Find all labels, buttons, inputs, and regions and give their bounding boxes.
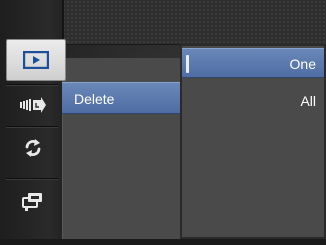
setup-icon (22, 193, 42, 211)
tab-rotate[interactable] (4, 129, 62, 167)
sidebar-divider (6, 126, 58, 128)
delete-options-panel: One All (180, 44, 326, 239)
rotate-icon (25, 139, 41, 157)
option-one[interactable]: One (182, 48, 324, 78)
option-label: One (289, 56, 316, 72)
burst-effects-icon (20, 97, 46, 113)
sidebar-divider (6, 178, 58, 180)
tab-playback[interactable] (6, 39, 66, 81)
bottom-edge (0, 239, 326, 245)
tab-effects[interactable] (4, 86, 62, 124)
option-label: All (300, 93, 316, 109)
menu-item-label: Delete (74, 91, 115, 107)
option-all[interactable]: All (182, 86, 324, 116)
camera-menu-screen: Delete One All (0, 0, 326, 245)
tab-setup[interactable] (4, 183, 62, 221)
menu-item-delete[interactable]: Delete (62, 82, 180, 114)
top-bar (58, 0, 326, 45)
playback-icon (23, 51, 49, 69)
menu-sidebar (0, 0, 64, 245)
scroll-indicator (186, 55, 189, 73)
